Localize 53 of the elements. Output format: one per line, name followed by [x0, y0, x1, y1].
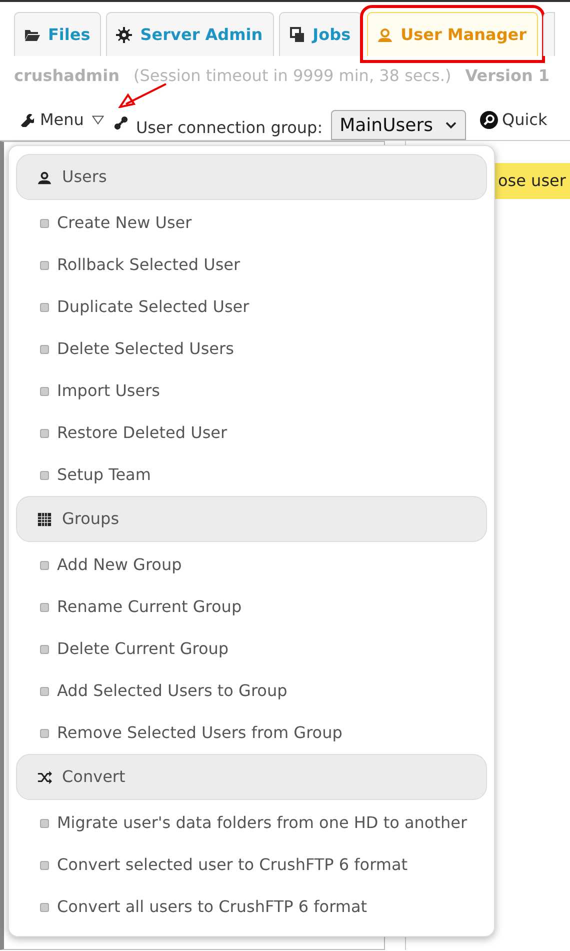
shuffle-icon — [37, 770, 52, 784]
folder-icon — [24, 27, 40, 43]
bullet-icon — [40, 602, 49, 612]
bullet-icon — [40, 644, 49, 654]
chevron-icon — [444, 119, 457, 131]
bullet-icon — [40, 386, 49, 396]
wrench-icon — [20, 113, 34, 127]
gear-icon — [116, 27, 132, 43]
menu-item[interactable]: Setup Team — [16, 454, 487, 496]
grid-icon — [37, 512, 52, 526]
menu-item[interactable]: Add Selected Users to Group — [16, 670, 487, 712]
bullet-icon — [40, 302, 49, 312]
section-title: Groups — [62, 508, 120, 530]
menu-item[interactable]: Rollback Selected User — [16, 244, 487, 286]
user-icon — [37, 170, 52, 184]
bullet-icon — [40, 818, 49, 828]
bullet-icon — [40, 902, 49, 912]
username: crushadmin — [14, 65, 120, 87]
caret-icon — [90, 114, 106, 126]
menu-item[interactable]: Rename Current Group — [16, 586, 487, 628]
bullet-icon — [40, 218, 49, 228]
version-label: Version 1 — [465, 65, 550, 87]
windows-icon — [288, 27, 305, 43]
bullet-icon — [40, 260, 49, 270]
menu-item[interactable]: Delete Selected Users — [16, 328, 487, 370]
bullet-icon — [40, 728, 49, 738]
menu-item[interactable]: Duplicate Selected User — [16, 286, 487, 328]
menu-button[interactable]: Menu — [20, 108, 106, 132]
tab[interactable] — [542, 12, 555, 56]
session-timeout: (Session timeout in 9999 min, 38 secs.) — [133, 65, 452, 87]
search-icon — [480, 111, 498, 129]
menu-item[interactable]: Restore Deleted User — [16, 412, 487, 454]
quick-button[interactable]: Quick — [480, 108, 548, 132]
menu-item[interactable]: Delete Current Group — [16, 628, 487, 670]
bullet-icon — [40, 470, 49, 480]
menu-item[interactable]: Create New User — [16, 202, 487, 244]
bullet-icon — [40, 344, 49, 354]
menu-item[interactable]: Import Users — [16, 370, 487, 412]
group-label: User connection group: — [136, 117, 323, 139]
menu-item[interactable]: Migrate user's data folders from one HD to another — [16, 802, 487, 844]
link-icon — [114, 116, 128, 130]
menu-item[interactable]: Convert selected user to CrushFTP 6 format — [16, 844, 487, 886]
section-title: Convert — [62, 766, 126, 788]
bullet-icon — [40, 686, 49, 696]
menu-item[interactable]: Remove Selected Users from Group — [16, 712, 487, 754]
user-icon — [376, 27, 393, 43]
section-title: Users — [62, 166, 107, 188]
bullet-icon — [40, 428, 49, 438]
bullet-icon — [40, 860, 49, 870]
bullet-icon — [40, 560, 49, 570]
group-select[interactable]: MainUsers — [330, 110, 466, 140]
menu-item[interactable]: Add New Group — [16, 544, 487, 586]
menu-item[interactable]: Convert all users to CrushFTP 6 format — [16, 886, 487, 928]
